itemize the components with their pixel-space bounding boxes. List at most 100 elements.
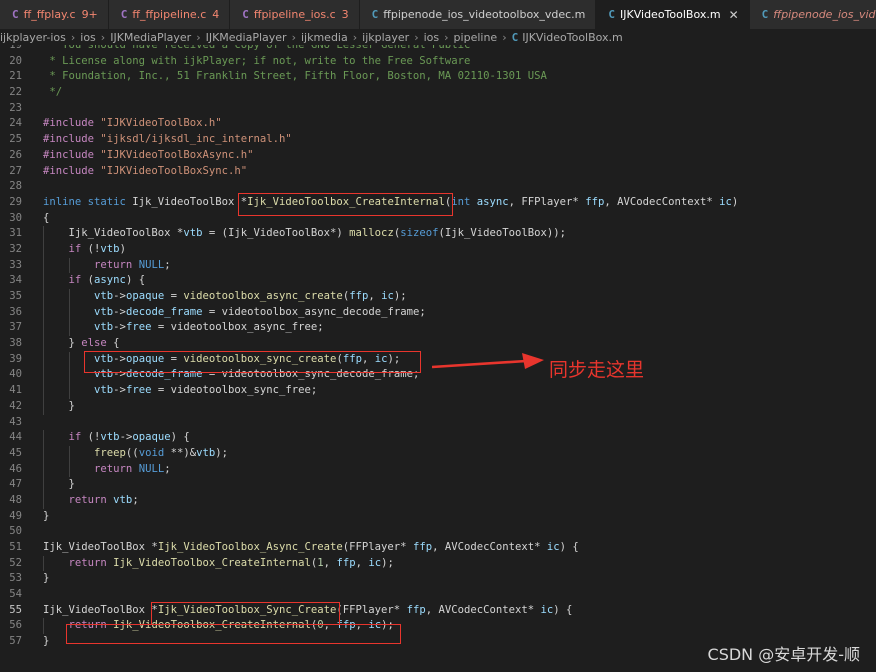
code-text: * Foundation, Inc., 51 Franklin Street, … [43, 69, 547, 85]
line-number: 46 [9, 462, 22, 475]
editor-tab[interactable]: Cff_ffplay.c 9+ [0, 0, 109, 29]
code-line: 41 vtb->free = videotoolbox_sync_free; [0, 383, 876, 399]
editor-tab[interactable]: Cffpipenode_ios_videotoolbox [749, 0, 876, 29]
code-text: */ [43, 85, 62, 101]
line-number: 21 [9, 70, 22, 83]
code-token: Ijk_VideoToolBox * [43, 541, 158, 553]
breadcrumb-file[interactable]: IJKVideoToolBox.m [522, 31, 623, 44]
line-number: 53 [9, 572, 22, 585]
code-text: Ijk_VideoToolBox *Ijk_VideoToolbox_Async… [43, 540, 579, 556]
breadcrumb-item[interactable]: ijkmedia [301, 31, 348, 44]
line-number: 28 [9, 180, 22, 193]
problem-count-badge: 9+ [81, 8, 98, 21]
line-number: 43 [9, 415, 22, 428]
close-icon[interactable]: ✕ [729, 8, 739, 22]
editor-tab-bar: Cff_ffplay.c 9+ Cff_ffpipeline.c 4 Cffpipeli… [0, 0, 876, 29]
editor-tab[interactable]: Cffpipeline_ios.c 3 [230, 0, 360, 29]
code-token: , AVCodecContext* [432, 541, 547, 553]
code-token: (Ijk_VideoToolBox)); [438, 227, 567, 240]
chevron-right-icon: › [196, 30, 201, 44]
chevron-right-icon: › [502, 30, 507, 44]
code-token: (! [81, 431, 101, 444]
code-token: #include [43, 117, 101, 130]
code-text: } [43, 571, 49, 587]
code-line: 45 freep((void **)&vtb); [0, 445, 876, 462]
code-token: videotoolbox_async_create [183, 290, 343, 302]
tab-label: ffpipenode_ios_videotoolbox_vdec.m [383, 8, 586, 21]
code-token: ) { [553, 603, 573, 616]
code-line: 23 [0, 101, 876, 117]
code-token: , AVCodecContext* [604, 195, 720, 208]
c-file-icon: C [242, 8, 249, 21]
code-line: 44 if (!vtb->opaque) { [0, 430, 876, 446]
code-token: } [43, 337, 82, 350]
code-token: vtb [94, 321, 114, 334]
code-token: , [368, 290, 382, 302]
editor-tab[interactable]: Cffpipenode_ios_videotoolbox_vdec.m [359, 0, 597, 29]
code-token: #include [43, 164, 101, 177]
code-token: ic [546, 541, 560, 553]
code-line: 29 inline static Ijk_VideoToolBox *Ijk_Vi… [0, 195, 876, 211]
code-line: 53} [0, 571, 876, 587]
code-token: ic [374, 352, 388, 365]
code-line: 22 */ [0, 85, 876, 101]
code-token: -> [113, 384, 126, 397]
problem-count-badge: 3 [341, 8, 349, 21]
code-token: Ijk_VideoToolbox_CreateInternal [113, 619, 311, 632]
tab-label: ff_ffplay.c [23, 8, 76, 21]
code-token: = (Ijk_VideoToolBox*) [202, 227, 350, 240]
breadcrumb-item[interactable]: pipeline [454, 31, 498, 44]
code-token: -> [113, 352, 126, 365]
code-token: mallocz [349, 227, 394, 240]
code-token: , [323, 619, 337, 632]
line-number: 56 [9, 619, 22, 632]
line-number: 30 [9, 211, 22, 224]
code-line: 26 #include "IJKVideoToolBoxAsync.h" [0, 148, 876, 164]
code-token: } [43, 509, 50, 522]
breadcrumb-item[interactable]: ios [424, 31, 440, 44]
breadcrumb-item[interactable]: ios [80, 31, 96, 44]
code-text: if (!vtb->opaque) { [43, 430, 190, 446]
code-token: vtb [113, 493, 133, 506]
line-number: 36 [9, 305, 22, 318]
breadcrumb-item[interactable]: ijkplayer-ios [0, 31, 66, 44]
c-file-icon: C [12, 8, 19, 21]
code-token: if [68, 274, 82, 287]
code-line: 47 } [0, 477, 876, 493]
code-token: "IJKVideoToolBoxAsync.h" [100, 148, 254, 161]
code-line: 37 vtb->free = videotoolbox_async_free; [0, 320, 876, 337]
code-token: ); [393, 290, 407, 302]
breadcrumb-item[interactable]: IJKMediaPlayer [206, 31, 287, 44]
code-token: opaque [125, 352, 165, 365]
breadcrumb-item[interactable]: ijkplayer [362, 31, 409, 44]
line-number: 20 [9, 54, 22, 67]
line-number: 49 [9, 509, 22, 522]
editor-tab[interactable]: Cff_ffpipeline.c 4 [108, 0, 231, 29]
line-number: 50 [9, 525, 22, 538]
code-text: #include "ijksdl/ijksdl_inc_internal.h" [43, 132, 292, 148]
code-token: freep [94, 446, 126, 459]
code-token: return [94, 258, 139, 271]
code-token: } [43, 572, 50, 585]
line-number: 37 [9, 321, 22, 334]
line-number: 39 [9, 352, 22, 365]
code-token: videotoolbox_sync_free; [170, 384, 318, 397]
code-token: ; [132, 493, 139, 506]
line-number: 38 [9, 337, 22, 350]
line-number: 25 [9, 133, 22, 146]
code-token: , [361, 352, 375, 365]
code-text: return Ijk_VideoToolbox_CreateInternal(0… [43, 618, 394, 634]
editor-tab[interactable]: C IJKVideoToolBox.m ✕ [596, 0, 750, 29]
code-token: , [355, 619, 369, 632]
breadcrumb-item[interactable]: IJKMediaPlayer [110, 31, 191, 44]
code-token: ; [164, 258, 171, 271]
